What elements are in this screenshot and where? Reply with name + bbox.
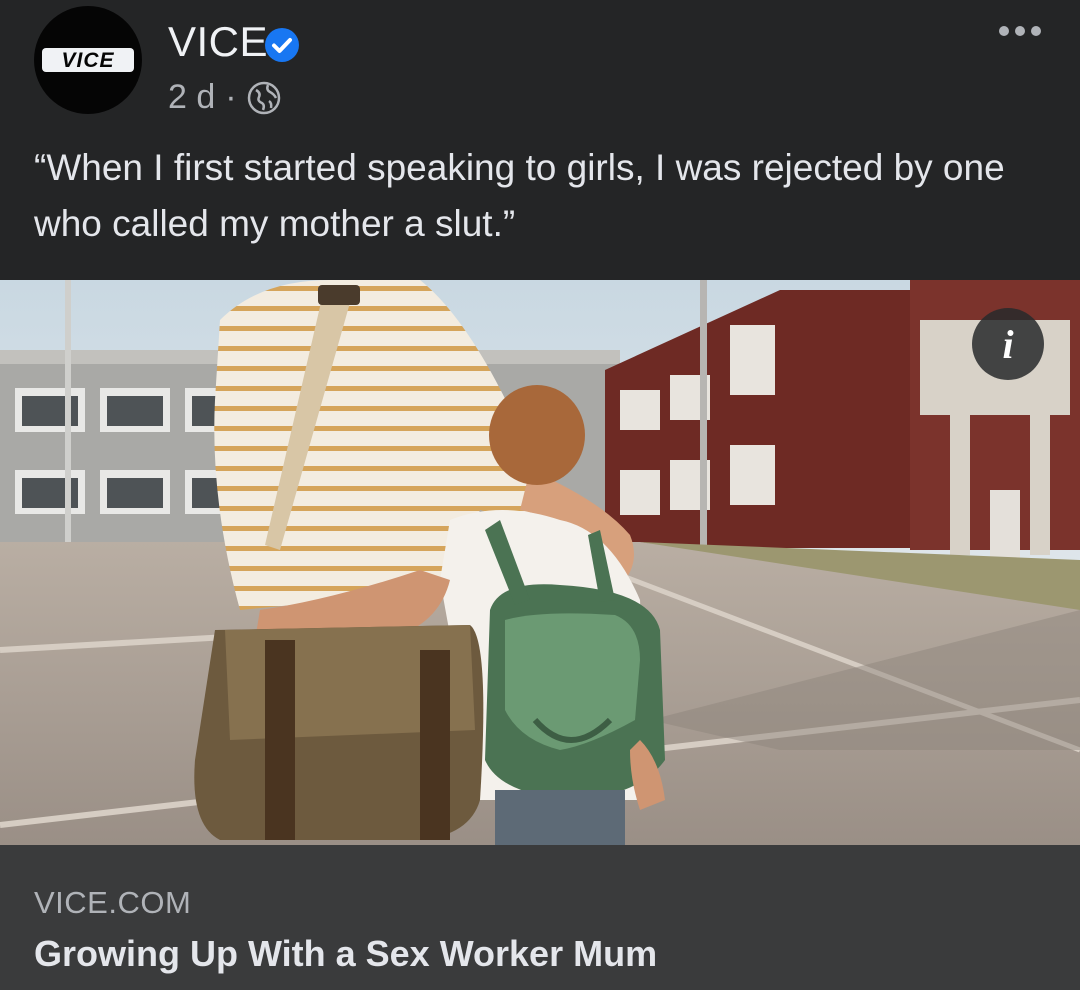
- post-header: VICE VICE 2 d · “When I first started sp…: [0, 0, 1080, 280]
- info-glyph: i: [1002, 321, 1014, 367]
- author-name[interactable]: VICE: [168, 18, 268, 66]
- svg-text:VICE: VICE: [61, 49, 114, 72]
- meta-separator: ·: [225, 78, 237, 116]
- info-icon[interactable]: i: [972, 308, 1044, 380]
- link-preview[interactable]: VICE.COM Growing Up With a Sex Worker Mu…: [0, 845, 1080, 990]
- vice-logo-icon: VICE: [42, 48, 134, 72]
- more-dot: [999, 26, 1009, 36]
- post-meta: 2 d ·: [168, 78, 281, 117]
- photo-illustration: [0, 280, 1080, 845]
- more-options-button[interactable]: [990, 14, 1050, 48]
- link-domain: VICE.COM: [34, 885, 192, 920]
- post-caption: “When I first started speaking to girls,…: [34, 147, 1005, 244]
- more-dot: [1015, 26, 1025, 36]
- verified-badge-icon: [265, 28, 299, 62]
- post-timestamp[interactable]: 2 d: [168, 78, 215, 117]
- link-title[interactable]: Growing Up With a Sex Worker Mum: [34, 933, 657, 975]
- vice-avatar[interactable]: VICE: [34, 6, 142, 114]
- feed-post: VICE VICE 2 d · “When I first started sp…: [0, 0, 1080, 990]
- post-photo[interactable]: [0, 280, 1080, 845]
- globe-icon: [247, 81, 280, 114]
- more-dot: [1031, 26, 1041, 36]
